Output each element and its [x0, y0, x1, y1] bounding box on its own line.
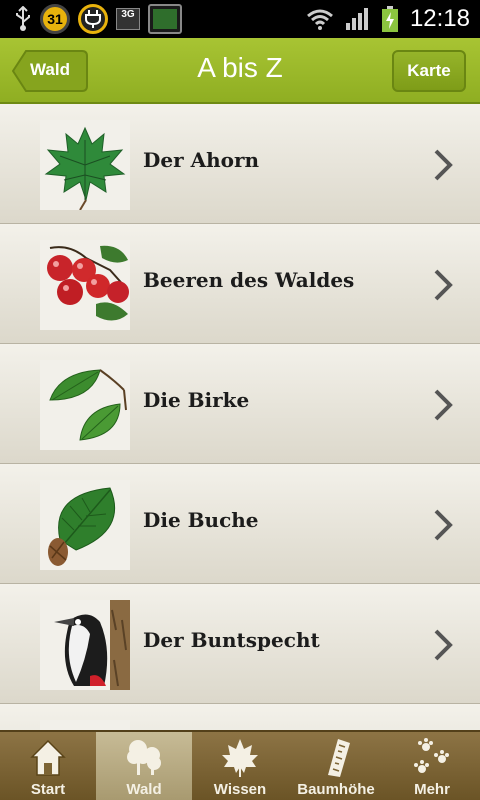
- tab-wissen[interactable]: Wissen: [192, 732, 288, 800]
- species-list: Der Ahorn Beeren des Waldes Die Birke Di…: [0, 104, 480, 730]
- list-item-thumbnail: [40, 720, 130, 730]
- tab-baumhoehe[interactable]: Baumhöhe: [288, 732, 384, 800]
- berries-icon: [40, 240, 130, 330]
- beech-leaf-icon: [40, 480, 130, 570]
- tab-label: Wald: [126, 781, 162, 798]
- clock: 12:18: [409, 5, 470, 32]
- list-item[interactable]: Der Buntspecht: [0, 584, 480, 704]
- chevron-right-icon: [434, 629, 453, 661]
- network-3g-icon: 3G: [116, 8, 140, 30]
- maple-leaf-icon: [40, 120, 130, 211]
- tab-wald[interactable]: Wald: [96, 732, 192, 800]
- chevron-right-icon: [434, 389, 453, 421]
- birch-leaves-icon: [40, 360, 130, 450]
- chevron-right-icon: [434, 149, 453, 181]
- woodpecker-icon: [40, 600, 130, 690]
- tab-mehr[interactable]: Mehr: [384, 732, 480, 800]
- tab-bar: Start Wald Wissen Baumhöhe Mehr: [0, 730, 480, 800]
- tab-label: Baumhöhe: [297, 781, 375, 798]
- chevron-right-icon: [434, 269, 453, 301]
- list-item-label: Der Buntspecht: [143, 628, 320, 652]
- signal-icon: [345, 8, 368, 30]
- list-item-label: Die Buche: [143, 508, 259, 532]
- tab-start[interactable]: Start: [0, 732, 96, 800]
- list-item-label: Beeren des Waldes: [143, 268, 355, 292]
- chevron-right-icon: [434, 509, 453, 541]
- list-item[interactable]: Die Birke: [0, 344, 480, 464]
- maple-leaf-icon: [222, 739, 258, 777]
- list-item[interactable]: Beeren des Waldes: [0, 224, 480, 344]
- calendar-icon: 31: [40, 4, 70, 34]
- app-header: Wald A bis Z Karte: [0, 38, 480, 104]
- list-item-label: Die Birke: [143, 388, 250, 412]
- tab-label: Mehr: [414, 781, 450, 798]
- tab-label: Wissen: [213, 781, 267, 798]
- list-item[interactable]: [0, 704, 480, 730]
- power-plug-icon: [78, 4, 108, 34]
- paw-prints-icon: [414, 738, 449, 773]
- house-icon: [30, 739, 66, 776]
- list-item-label: Der Ahorn: [143, 148, 260, 172]
- tab-label: Start: [30, 781, 66, 798]
- ruler-icon: [328, 739, 350, 777]
- list-item[interactable]: Die Buche: [0, 464, 480, 584]
- list-item[interactable]: Der Ahorn: [0, 104, 480, 224]
- trees-icon: [127, 740, 161, 775]
- wifi-icon: [306, 9, 333, 30]
- map-button[interactable]: Karte: [392, 50, 466, 92]
- status-bar: 31 3G 12:18: [0, 0, 480, 38]
- monitor-app-icon: [148, 4, 182, 34]
- usb-icon: [16, 6, 30, 31]
- battery-charging-icon: [381, 6, 398, 32]
